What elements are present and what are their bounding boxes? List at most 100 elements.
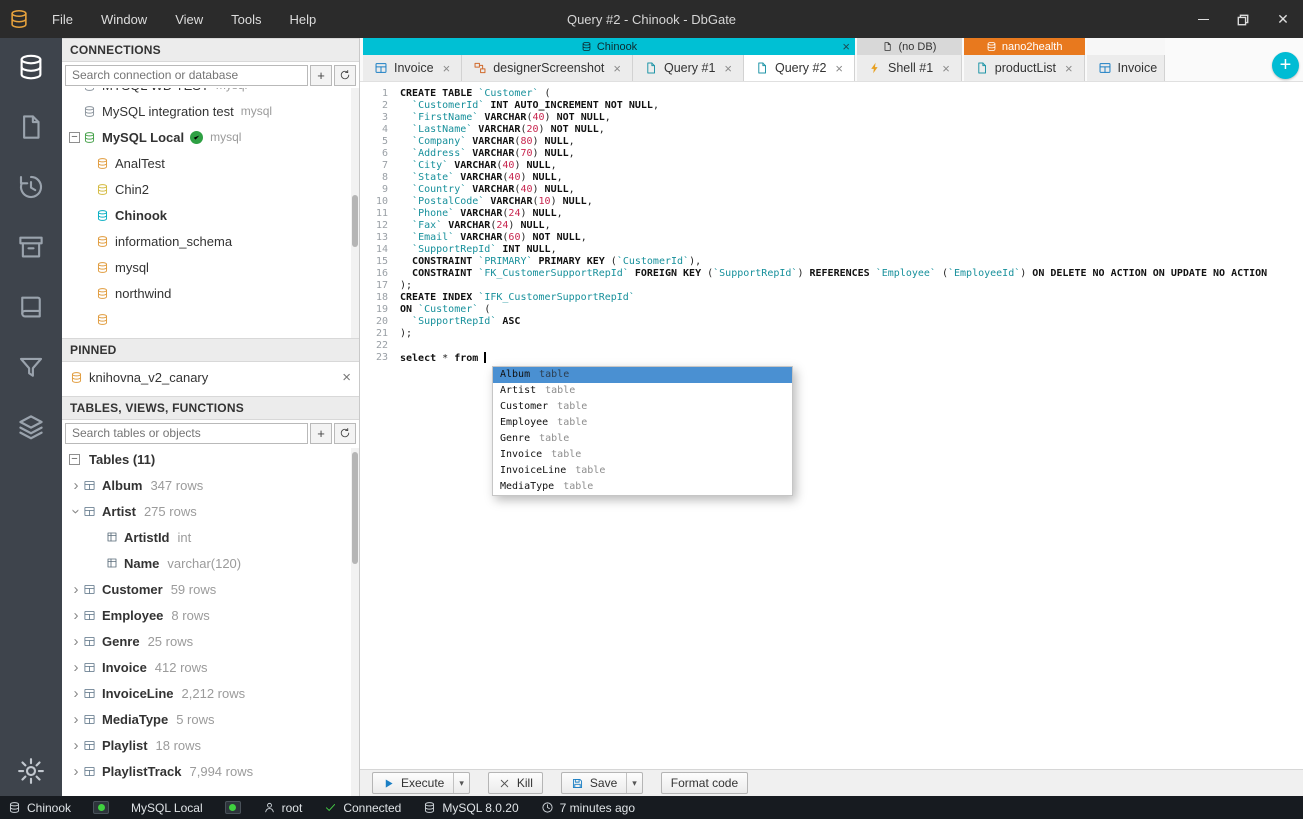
save-button[interactable]: Save ▾ xyxy=(560,772,643,794)
close-icon[interactable]: × xyxy=(724,61,732,76)
tab-query-2[interactable]: Query #2 × xyxy=(744,55,856,81)
code-line[interactable]: 17); xyxy=(360,280,1303,292)
close-icon[interactable]: × xyxy=(613,61,621,76)
code-line[interactable]: 22 xyxy=(360,340,1303,352)
code-line[interactable]: 19 ON `Customer` ( xyxy=(360,304,1303,316)
activity-connections[interactable] xyxy=(16,52,46,82)
code-line[interactable]: 14 `SupportRepId` INT NULL, xyxy=(360,244,1303,256)
code-line[interactable]: 21); xyxy=(360,328,1303,340)
unpin-icon[interactable]: × xyxy=(342,369,351,386)
activity-archive[interactable] xyxy=(16,232,46,262)
autocomplete-item-invoice[interactable]: Invoice table xyxy=(493,447,792,463)
close-icon[interactable]: × xyxy=(443,61,451,76)
chevron-right-icon[interactable]: › xyxy=(69,634,83,649)
database-northwind[interactable]: northwind xyxy=(62,280,359,306)
code-line[interactable]: 11 `Phone` VARCHAR(24) NULL, xyxy=(360,208,1303,220)
autocomplete-item-customer[interactable]: Customer table xyxy=(493,399,792,415)
close-icon[interactable]: × xyxy=(942,61,950,76)
table-album[interactable]: › Album 347 rows xyxy=(62,472,359,498)
code-line[interactable]: 1 CREATE TABLE `Customer` ( xyxy=(360,88,1303,100)
minimize-button[interactable] xyxy=(1183,0,1223,38)
database-chin2[interactable]: Chin2 xyxy=(62,176,359,202)
code-line[interactable]: 3 `FirstName` VARCHAR(40) NOT NULL, xyxy=(360,112,1303,124)
chevron-right-icon[interactable]: › xyxy=(69,582,83,597)
code-line[interactable]: 6 `Address` VARCHAR(70) NULL, xyxy=(360,148,1303,160)
chevron-down-icon[interactable]: ▾ xyxy=(453,773,469,793)
status-chinook[interactable]: Chinook xyxy=(8,801,71,815)
add-connection-button[interactable]: + xyxy=(310,64,332,86)
table-search-input[interactable] xyxy=(65,422,308,444)
table-artist[interactable]: › Artist 275 rows xyxy=(62,498,359,524)
activity-history[interactable] xyxy=(16,172,46,202)
status-mysql-8-0-20[interactable]: MySQL 8.0.20 xyxy=(423,801,519,815)
menu-window[interactable]: Window xyxy=(89,6,159,33)
table-employee[interactable]: › Employee 8 rows xyxy=(62,602,359,628)
chevron-right-icon[interactable]: › xyxy=(69,608,83,623)
activity-settings[interactable] xyxy=(16,756,46,786)
database-chinook[interactable]: Chinook xyxy=(62,202,359,228)
autocomplete-item-genre[interactable]: Genre table xyxy=(493,431,792,447)
database-item[interactable] xyxy=(62,306,359,332)
connections-scrollbar[interactable] xyxy=(351,88,359,338)
database-analtest[interactable]: AnalTest xyxy=(62,150,359,176)
column-artistid[interactable]: ArtistId int xyxy=(62,524,359,550)
pinned-item-knihovna[interactable]: knihovna_v2_canary × xyxy=(62,362,359,392)
menu-tools[interactable]: Tools xyxy=(219,6,273,33)
status-root[interactable]: root xyxy=(263,801,302,815)
tables-group[interactable]: − Tables (11) xyxy=(62,446,359,472)
activity-files[interactable] xyxy=(16,112,46,142)
chevron-down-icon[interactable]: › xyxy=(68,504,85,518)
table-invoice[interactable]: › Invoice 412 rows xyxy=(62,654,359,680)
chevron-down-icon[interactable]: ▾ xyxy=(626,773,642,793)
close-icon[interactable]: × xyxy=(835,61,843,76)
code-line[interactable]: 7 `City` VARCHAR(40) NULL, xyxy=(360,160,1303,172)
code-line[interactable]: 10 `PostalCode` VARCHAR(10) NULL, xyxy=(360,196,1303,208)
tab-invoice[interactable]: Invoice× xyxy=(1086,55,1165,81)
connection-search-input[interactable] xyxy=(65,64,308,86)
table-genre[interactable]: › Genre 25 rows xyxy=(62,628,359,654)
menu-help[interactable]: Help xyxy=(278,6,329,33)
tab-shell-1[interactable]: Shell #1 × xyxy=(857,55,962,81)
new-tab-button[interactable]: + xyxy=(1272,52,1299,79)
menu-view[interactable]: View xyxy=(163,6,215,33)
code-line[interactable]: 13 `Email` VARCHAR(60) NOT NULL, xyxy=(360,232,1303,244)
column-name[interactable]: Name varchar(120) xyxy=(62,550,359,576)
autocomplete-item-artist[interactable]: Artist table xyxy=(493,383,792,399)
code-line[interactable]: 4 `LastName` VARCHAR(20) NOT NULL, xyxy=(360,124,1303,136)
tables-scrollbar[interactable] xyxy=(351,448,359,796)
activity-docs[interactable] xyxy=(16,292,46,322)
code-line[interactable]: 12 `Fax` VARCHAR(24) NULL, xyxy=(360,220,1303,232)
tab-query-1[interactable]: Query #1 × xyxy=(632,55,744,81)
tab-group-item[interactable] xyxy=(1086,38,1165,55)
code-line[interactable]: 8 `State` VARCHAR(40) NULL, xyxy=(360,172,1303,184)
chevron-right-icon[interactable]: › xyxy=(69,478,83,493)
activity-filter[interactable] xyxy=(16,352,46,382)
autocomplete-item-employee[interactable]: Employee table xyxy=(493,415,792,431)
restore-button[interactable] xyxy=(1223,0,1263,38)
collapse-icon[interactable]: − xyxy=(69,453,80,465)
add-table-button[interactable]: + xyxy=(310,422,332,444)
tab-designerscreenshot[interactable]: designerScreenshot × xyxy=(462,55,633,81)
tab-invoice[interactable]: Invoice× xyxy=(363,55,463,81)
collapse-icon[interactable]: − xyxy=(69,131,80,143)
tab-group-no-db[interactable]: (no DB) xyxy=(857,38,962,55)
status-mysql-local[interactable]: MySQL Local xyxy=(131,801,203,815)
close-icon[interactable]: × xyxy=(1065,61,1073,76)
code-line[interactable]: 15 CONSTRAINT `PRIMARY` PRIMARY KEY (`Cu… xyxy=(360,256,1303,268)
kill-button[interactable]: Kill xyxy=(487,772,543,794)
chevron-right-icon[interactable]: › xyxy=(69,738,83,753)
status-item[interactable] xyxy=(224,801,241,814)
autocomplete-item-mediatype[interactable]: MediaType table xyxy=(493,479,792,495)
table-invoiceline[interactable]: › InvoiceLine 2,212 rows xyxy=(62,680,359,706)
server-mysql-integration-test[interactable]: MySQL integration test mysql xyxy=(62,98,359,124)
table-playlist[interactable]: › Playlist 18 rows xyxy=(62,732,359,758)
status-item[interactable] xyxy=(93,801,110,814)
chevron-right-icon[interactable]: › xyxy=(69,660,83,675)
code-line[interactable]: 2 `CustomerId` INT AUTO_INCREMENT NOT NU… xyxy=(360,100,1303,112)
close-icon[interactable]: × xyxy=(842,39,850,54)
code-line[interactable]: 9 `Country` VARCHAR(40) NULL, xyxy=(360,184,1303,196)
tab-group-chinook[interactable]: Chinook × xyxy=(363,38,856,55)
tab-productlist[interactable]: productList × xyxy=(963,55,1085,81)
sql-editor[interactable]: 1 CREATE TABLE `Customer` (2 `CustomerId`… xyxy=(360,82,1303,769)
database-information-schema[interactable]: information_schema xyxy=(62,228,359,254)
